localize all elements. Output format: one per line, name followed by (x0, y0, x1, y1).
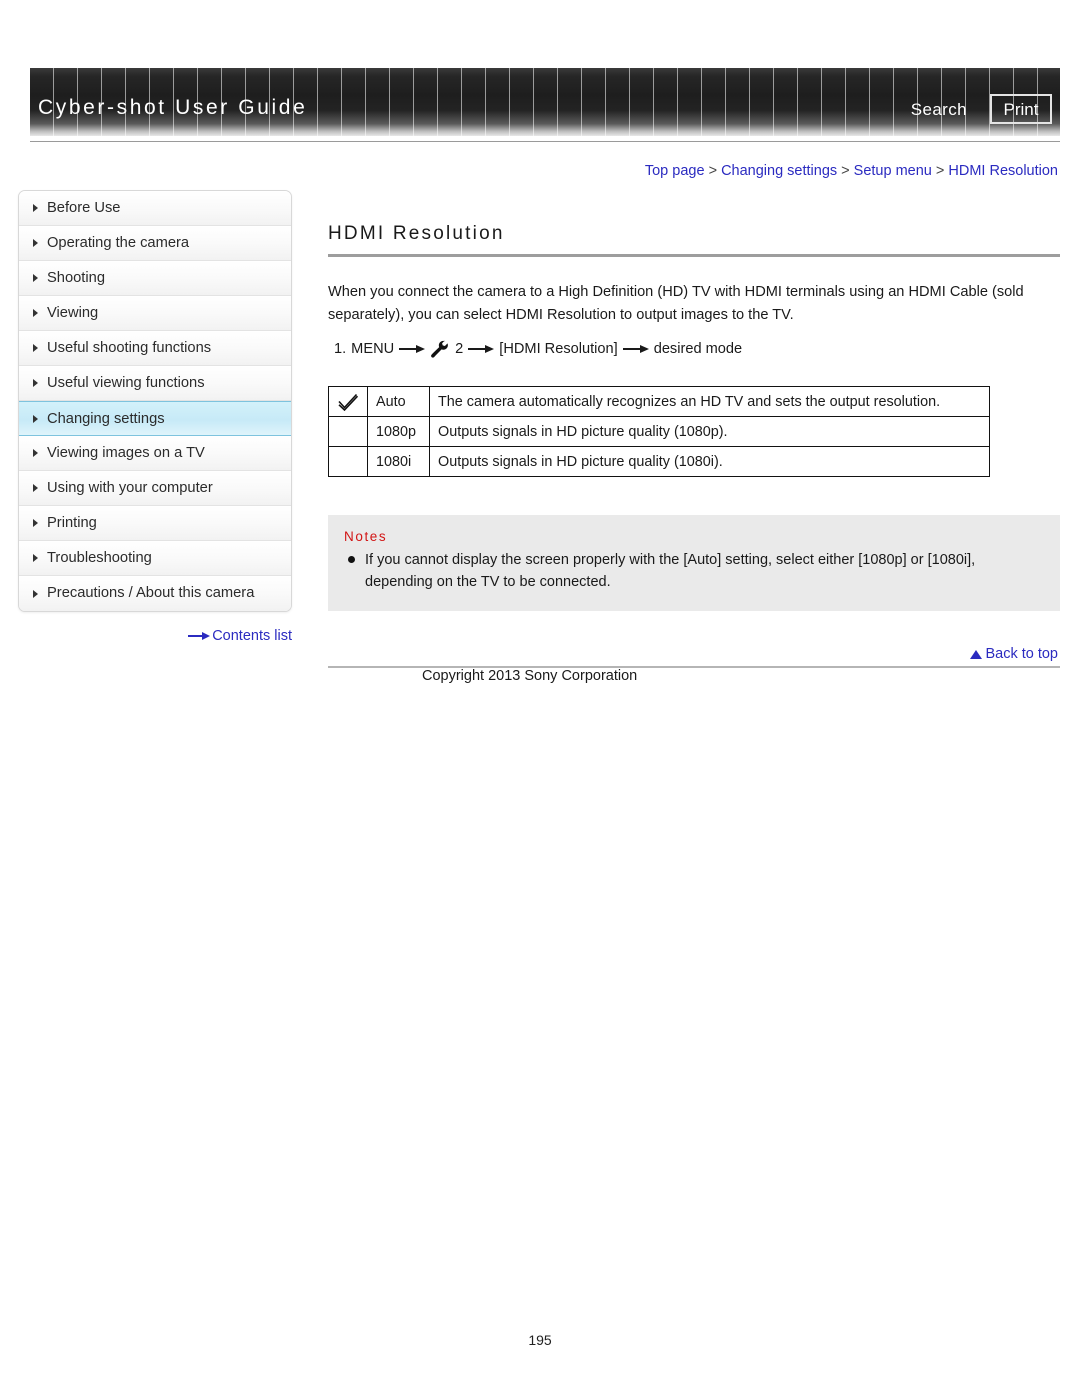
breadcrumb-item-setup-menu[interactable]: Setup menu (854, 163, 932, 179)
page-number: 195 (528, 1332, 552, 1348)
option-description: Outputs signals in HD picture quality (1… (429, 446, 990, 477)
contents-list-link[interactable]: Contents list (18, 628, 292, 644)
sidebar-item-precautions-about-this-camera[interactable]: Precautions / About this camera (19, 576, 291, 611)
app-title: Cyber-shot User Guide (38, 96, 308, 119)
breadcrumb: Top page > Changing settings > Setup men… (645, 163, 1058, 179)
sidebar-item-label: Useful shooting functions (47, 340, 212, 356)
arrow-right-icon (622, 344, 649, 354)
step-menu-label: MENU (351, 341, 395, 357)
header-divider (30, 141, 1060, 142)
option-label: 1080p (367, 416, 430, 447)
main-content: HDMI Resolution When you connect the cam… (328, 190, 1060, 611)
sidebar-item-label: Viewing images on a TV (47, 445, 205, 461)
breadcrumb-separator: > (841, 163, 850, 179)
breadcrumb-item-top-page[interactable]: Top page (645, 163, 705, 179)
triangle-right-icon (33, 344, 38, 352)
arrow-right-icon (399, 344, 426, 354)
breadcrumb-item-changing-settings[interactable]: Changing settings (721, 163, 837, 179)
list-item: If you cannot display the screen properl… (344, 549, 1044, 593)
sidebar-item-label: Precautions / About this camera (47, 585, 255, 601)
triangle-up-icon (970, 649, 983, 659)
triangle-right-icon (33, 274, 38, 282)
option-description: Outputs signals in HD picture quality (1… (429, 416, 990, 447)
sidebar-item-label: Using with your computer (47, 480, 213, 496)
sidebar-item-label: Operating the camera (47, 235, 190, 251)
step-number: 1. (334, 341, 347, 357)
app-header-banner: Cyber-shot User Guide Search Print (30, 68, 1060, 136)
sidebar-item-printing[interactable]: Printing (19, 506, 291, 541)
breadcrumb-item-hdmi-resolution[interactable]: HDMI Resolution (948, 163, 1058, 179)
triangle-right-icon (33, 519, 38, 527)
bullet-icon (348, 556, 355, 563)
triangle-right-icon (33, 589, 38, 598)
sidebar-item-before-use[interactable]: Before Use (19, 191, 291, 226)
notes-title: Notes (344, 529, 388, 544)
sidebar-item-label: Troubleshooting (47, 550, 152, 566)
selected-indicator-cell (328, 416, 368, 447)
sidebar-item-label: Useful viewing functions (47, 375, 205, 391)
option-label: Auto (367, 386, 430, 417)
contents-list-label: Contents list (212, 628, 292, 644)
back-to-top-label: Back to top (985, 646, 1058, 662)
title-divider (328, 254, 1060, 257)
table-row: 1080i Outputs signals in HD picture qual… (328, 446, 990, 477)
search-button[interactable]: Search (911, 100, 967, 120)
sidebar-item-label: Before Use (47, 200, 121, 216)
triangle-right-icon (33, 414, 38, 423)
table-row: Auto The camera automatically recognizes… (328, 386, 990, 417)
sidebar-item-useful-shooting-functions[interactable]: Useful shooting functions (19, 331, 291, 366)
breadcrumb-separator: > (935, 163, 945, 179)
triangle-right-icon (33, 379, 38, 387)
triangle-right-icon (33, 554, 38, 562)
sidebar-item-troubleshooting[interactable]: Troubleshooting (19, 541, 291, 576)
print-button[interactable]: Print (990, 94, 1052, 124)
triangle-right-icon (33, 484, 38, 492)
sidebar-item-label: Printing (47, 515, 97, 531)
option-description: The camera automatically recognizes an H… (429, 386, 990, 417)
triangle-right-icon (33, 239, 38, 247)
sidebar-navigation: Before Use Operating the camera Shooting… (18, 190, 292, 612)
sidebar-item-viewing-images-on-a-tv[interactable]: Viewing images on a TV (19, 436, 291, 471)
sidebar-item-label: Viewing (47, 305, 99, 321)
sidebar-item-label: Shooting (47, 270, 105, 286)
notes-section: Notes If you cannot display the screen p… (328, 515, 1060, 611)
sidebar-item-viewing[interactable]: Viewing (19, 296, 291, 331)
sidebar-item-using-with-your-computer[interactable]: Using with your computer (19, 471, 291, 506)
triangle-right-icon (33, 204, 38, 212)
copyright-text: Copyright 2013 Sony Corporation (422, 668, 638, 684)
wrench-icon (430, 340, 450, 358)
note-text: If you cannot display the screen properl… (365, 552, 976, 590)
arrow-right-icon (188, 631, 211, 641)
triangle-right-icon (33, 309, 38, 317)
breadcrumb-separator: > (708, 163, 718, 179)
step-setting-label: [HDMI Resolution] (499, 341, 618, 357)
intro-paragraph: When you connect the camera to a High De… (328, 284, 1024, 323)
selected-indicator-cell (328, 386, 368, 417)
check-mark-icon (337, 393, 359, 411)
step-setup-number: 2 (455, 341, 464, 357)
sidebar-item-shooting[interactable]: Shooting (19, 261, 291, 296)
step-result-label: desired mode (653, 341, 743, 357)
page-title: HDMI Resolution (328, 223, 505, 244)
sidebar-item-changing-settings[interactable]: Changing settings (19, 401, 291, 436)
arrow-right-icon (468, 344, 495, 354)
sidebar-item-useful-viewing-functions[interactable]: Useful viewing functions (19, 366, 291, 401)
triangle-right-icon (33, 449, 38, 457)
back-to-top-link[interactable]: Back to top (970, 646, 1058, 662)
sidebar-item-operating-the-camera[interactable]: Operating the camera (19, 226, 291, 261)
menu-step: 1. MENU 2 [HDMI Resolution] desired mode (328, 340, 1060, 358)
selected-indicator-cell (328, 446, 368, 477)
table-row: 1080p Outputs signals in HD picture qual… (328, 416, 990, 447)
sidebar-item-label: Changing settings (47, 411, 165, 427)
options-table: Auto The camera automatically recognizes… (328, 386, 990, 477)
option-label: 1080i (367, 446, 430, 477)
